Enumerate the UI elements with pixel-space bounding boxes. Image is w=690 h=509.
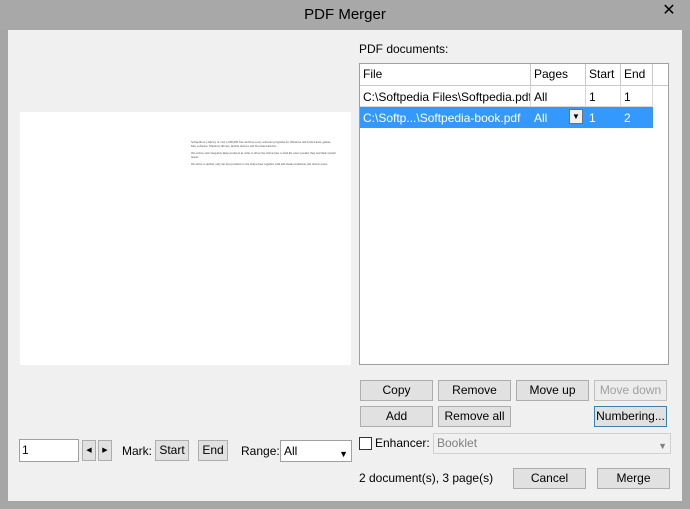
page-number-input[interactable]: 1 xyxy=(19,439,79,462)
start-cell[interactable]: 1 xyxy=(586,86,621,107)
column-header-end[interactable]: End xyxy=(621,64,653,85)
copy-button[interactable]: Copy xyxy=(360,380,433,401)
window-title: PDF Merger xyxy=(304,6,386,23)
column-header-pages[interactable]: Pages xyxy=(531,64,586,85)
preview-paragraph: We strive to deliver only the best produ… xyxy=(191,162,328,166)
status-text: 2 document(s), 3 page(s) xyxy=(359,471,494,485)
preview-paragraph: We review and categorize these products … xyxy=(191,151,336,159)
title-bar[interactable]: PDF Merger ✕ xyxy=(0,0,690,30)
enhancer-value: Booklet xyxy=(437,436,478,450)
client-area: Softpedia is a library of over 1,000,000… xyxy=(8,30,682,501)
table-row[interactable]: C:\Softpedia Files\Softpedia.pdf All 1 1 xyxy=(360,86,668,107)
mark-label: Mark: xyxy=(122,444,152,458)
remove-button[interactable]: Remove xyxy=(438,380,511,401)
column-header-start[interactable]: Start xyxy=(586,64,621,85)
mark-end-button[interactable]: End xyxy=(198,440,228,461)
chevron-down-icon[interactable]: ▼ xyxy=(569,109,583,124)
pdf-documents-label: PDF documents: xyxy=(359,42,449,56)
mark-start-button[interactable]: Start xyxy=(155,440,189,461)
next-page-icon[interactable]: ▶ xyxy=(98,440,112,461)
cancel-button[interactable]: Cancel xyxy=(513,468,586,489)
pages-cell[interactable]: All ▼ xyxy=(531,107,586,128)
enhancer-checkbox[interactable] xyxy=(359,437,372,450)
previous-page-icon[interactable]: ◀ xyxy=(82,440,96,461)
end-cell[interactable]: 2 xyxy=(621,107,653,128)
preview-paragraph: Softpedia is a library of over 1,000,000… xyxy=(191,140,331,148)
documents-table[interactable]: File Pages Start End C:\Softpedia Files\… xyxy=(359,63,669,365)
merge-button[interactable]: Merge xyxy=(597,468,670,489)
pages-cell-value: All xyxy=(534,111,548,125)
chevron-down-icon: ▼ xyxy=(339,449,348,459)
page-preview: Softpedia is a library of over 1,000,000… xyxy=(20,112,351,365)
file-cell: C:\Softp...\Softpedia-book.pdf xyxy=(360,107,531,128)
enhancer-label: Enhancer: xyxy=(375,436,430,450)
move-up-button[interactable]: Move up xyxy=(516,380,589,401)
close-icon[interactable]: ✕ xyxy=(654,1,684,21)
table-row[interactable]: C:\Softp...\Softpedia-book.pdf All ▼ 1 2 xyxy=(360,107,668,128)
range-select[interactable]: All ▼ xyxy=(280,440,352,462)
pages-cell[interactable]: All xyxy=(531,86,586,107)
start-cell[interactable]: 1 xyxy=(586,107,621,128)
chevron-down-icon: ▼ xyxy=(658,441,667,451)
move-down-button[interactable]: Move down xyxy=(594,380,667,401)
range-value: All xyxy=(284,444,298,458)
enhancer-select[interactable]: Booklet ▼ xyxy=(433,433,671,454)
range-label: Range: xyxy=(241,444,280,458)
table-header: File Pages Start End xyxy=(360,64,668,86)
column-header-file[interactable]: File xyxy=(360,64,531,85)
file-cell: C:\Softpedia Files\Softpedia.pdf xyxy=(360,86,531,107)
end-cell[interactable]: 1 xyxy=(621,86,653,107)
column-header-filler xyxy=(653,64,668,85)
window-frame: PDF Merger ✕ Softpedia is a library of o… xyxy=(0,0,690,509)
preview-text: Softpedia is a library of over 1,000,000… xyxy=(191,140,337,169)
add-button[interactable]: Add xyxy=(360,406,433,427)
numbering-button[interactable]: Numbering... xyxy=(594,406,667,427)
remove-all-button[interactable]: Remove all xyxy=(438,406,511,427)
